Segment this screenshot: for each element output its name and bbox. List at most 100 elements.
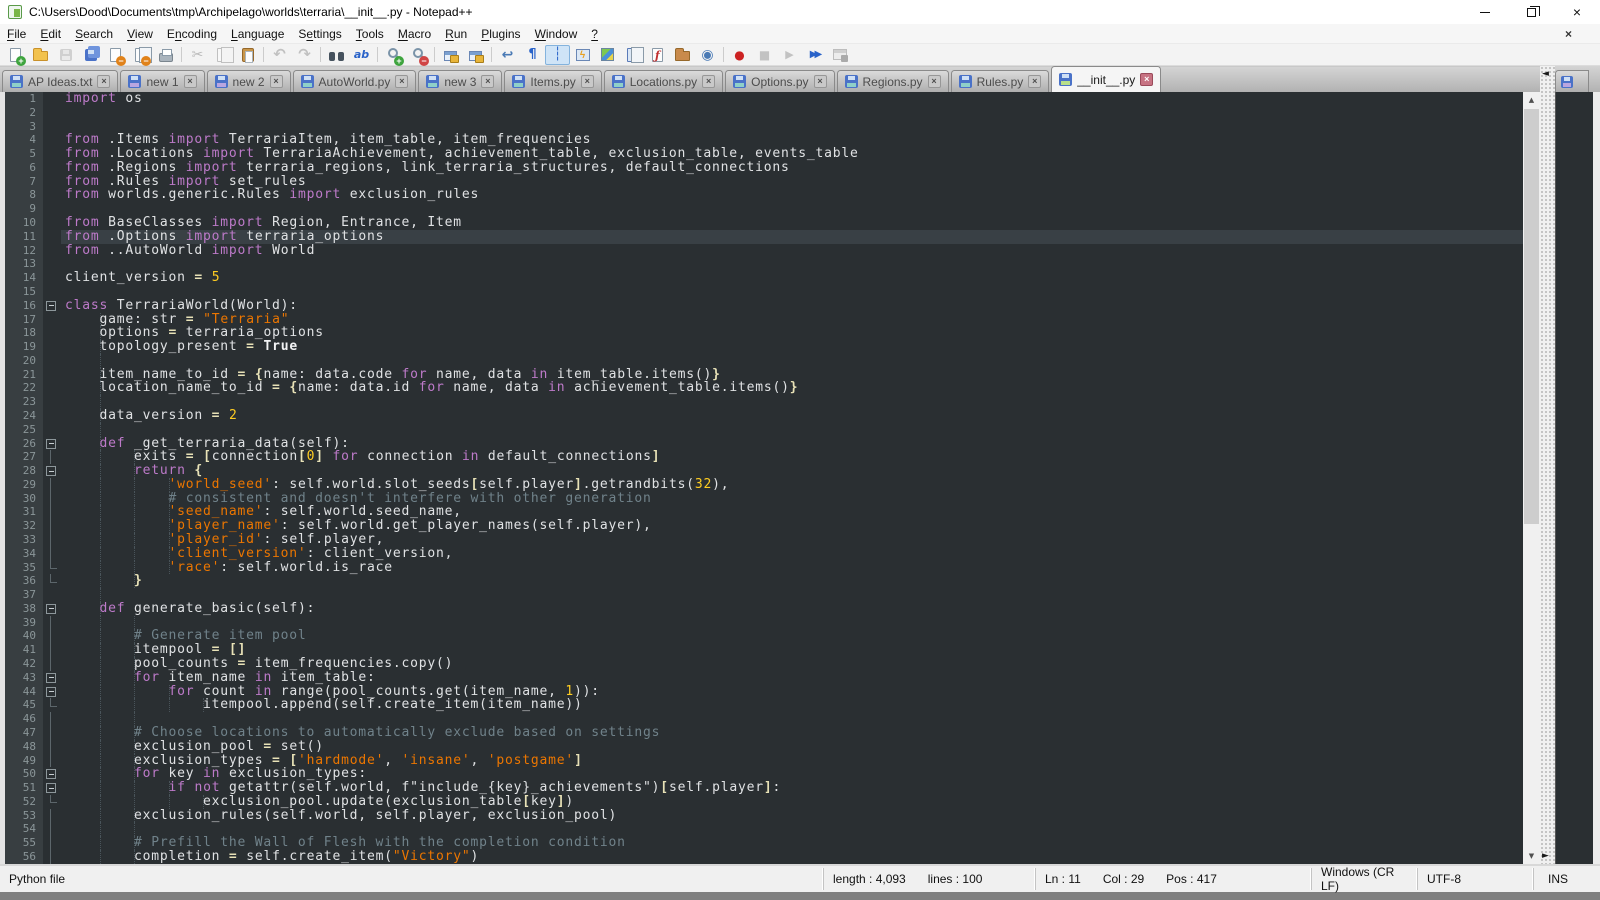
code-line[interactable]: 24 data_version = 2	[5, 409, 1523, 423]
code-line[interactable]: 47 # Choose locations to automatically e…	[5, 726, 1523, 740]
code-line[interactable]: 40 # Generate item pool	[5, 629, 1523, 643]
restore-button[interactable]	[1508, 0, 1554, 24]
status-eol-format[interactable]: Windows (CR LF)	[1312, 868, 1418, 890]
tab-autoworld.py[interactable]: AutoWorld.py×	[293, 70, 417, 92]
code-line[interactable]: 13	[5, 257, 1523, 271]
tab-options.py[interactable]: Options.py×	[725, 70, 834, 92]
code-line[interactable]: 5from .Locations import TerrariaAchievem…	[5, 147, 1523, 161]
macro-record-button[interactable]: ●	[727, 45, 752, 65]
code-line[interactable]: 9	[5, 202, 1523, 216]
code-line[interactable]: 18 options = terraria_options	[5, 326, 1523, 340]
monitoring-button[interactable]: ◉	[695, 45, 720, 65]
code-line[interactable]: 41 itempool = []	[5, 643, 1523, 657]
code-line[interactable]: 14client_version = 5	[5, 271, 1523, 285]
open-file-button[interactable]	[28, 45, 53, 65]
tab-close-icon[interactable]: ×	[270, 75, 283, 88]
folder-as-workspace-button[interactable]	[670, 45, 695, 65]
fold-marker-icon[interactable]	[43, 602, 61, 616]
code-line[interactable]: 45 itempool.append(self.create_item(item…	[5, 698, 1523, 712]
tab-items.py[interactable]: Items.py×	[504, 70, 601, 92]
menu-run[interactable]: Run	[438, 25, 474, 43]
code-line[interactable]: 27 exits = [connection[0] for connection…	[5, 450, 1523, 464]
document-map-button[interactable]	[595, 45, 620, 65]
code-line[interactable]: 29 'world_seed': self.world.slot_seeds[s…	[5, 478, 1523, 492]
menu-tools[interactable]: Tools	[349, 25, 391, 43]
code-line[interactable]: 4from .Items import TerrariaItem, item_t…	[5, 133, 1523, 147]
code-line[interactable]: 10from BaseClasses import Region, Entran…	[5, 216, 1523, 230]
code-line[interactable]: 17 game: str = "Terraria"	[5, 313, 1523, 327]
code-line[interactable]: 8from worlds.generic.Rules import exclus…	[5, 188, 1523, 202]
save-all-button[interactable]	[78, 45, 103, 65]
code-line[interactable]: 21 item_name_to_id = {name: data.code fo…	[5, 368, 1523, 382]
menu-file[interactable]: File	[0, 25, 33, 43]
fold-marker-icon[interactable]	[43, 767, 61, 781]
zoom-out-button[interactable]: −	[406, 45, 431, 65]
tab-regions.py[interactable]: Regions.py×	[837, 70, 949, 92]
code-line[interactable]: 43 for item_name in item_table:	[5, 671, 1523, 685]
code-line[interactable]: 2	[5, 106, 1523, 120]
close-all-button[interactable]: −	[128, 45, 153, 65]
tab-close-icon[interactable]: ×	[814, 75, 827, 88]
code-editor[interactable]: 1import os234from .Items import Terraria…	[5, 92, 1523, 864]
cut-button[interactable]: ✂	[185, 45, 210, 65]
code-line[interactable]: 1import os	[5, 92, 1523, 106]
sync-horizontal-scroll-button[interactable]	[463, 45, 488, 65]
save-button[interactable]	[53, 45, 78, 65]
status-typing-mode[interactable]: INS	[1534, 868, 1600, 890]
menu-help[interactable]: ?	[584, 25, 605, 43]
fold-marker-icon[interactable]	[43, 671, 61, 685]
minimize-button[interactable]	[1462, 0, 1508, 24]
tab-new-1[interactable]: new 1×	[120, 70, 204, 92]
splitter-collapse-left-icon[interactable]: ◄	[1542, 69, 1549, 79]
macro-play-button[interactable]: ▶	[777, 45, 802, 65]
tab-new-3[interactable]: new 3×	[418, 70, 502, 92]
code-line[interactable]: 55 # Prefill the Wall of Flesh with the …	[5, 836, 1523, 850]
function-list-button[interactable]	[645, 45, 670, 65]
code-line[interactable]: 39	[5, 616, 1523, 630]
code-line[interactable]: 30 # consistent and doesn't interfere wi…	[5, 492, 1523, 506]
code-line[interactable]: 56 completion = self.create_item("Victor…	[5, 850, 1523, 864]
menu-view[interactable]: View	[120, 25, 160, 43]
code-line[interactable]: 26 def _get_terraria_data(self):	[5, 437, 1523, 451]
code-line[interactable]: 11from .Options import terraria_options	[5, 230, 1523, 244]
code-line[interactable]: 34 'client_version': client_version,	[5, 547, 1523, 561]
zoom-in-button[interactable]: +	[381, 45, 406, 65]
secondary-editor[interactable]	[1555, 92, 1600, 864]
macro-stop-button[interactable]: ■	[752, 45, 777, 65]
new-file-button[interactable]: +	[3, 45, 28, 65]
close-button[interactable]: ×	[1554, 0, 1600, 24]
code-line[interactable]: 15	[5, 285, 1523, 299]
print-button[interactable]	[153, 45, 178, 65]
tab-locations.py[interactable]: Locations.py×	[604, 70, 723, 92]
splitter-collapse-right-icon[interactable]: ►	[1542, 851, 1549, 861]
word-wrap-button[interactable]: ↩	[495, 45, 520, 65]
menu-window[interactable]: Window	[528, 25, 585, 43]
indent-guide-button[interactable]: ┆	[545, 45, 570, 65]
code-line[interactable]: 3	[5, 120, 1523, 134]
paste-button[interactable]	[235, 45, 260, 65]
code-line[interactable]: 42 pool_counts = item_frequencies.copy()	[5, 657, 1523, 671]
code-line[interactable]: 36 }	[5, 574, 1523, 588]
tab-close-icon[interactable]: ×	[581, 75, 594, 88]
secondary-scrollbar[interactable]	[1593, 92, 1600, 864]
code-line[interactable]: 16class TerrariaWorld(World):	[5, 299, 1523, 313]
code-line[interactable]: 52 exclusion_pool.update(exclusion_table…	[5, 795, 1523, 809]
code-line[interactable]: 31 'seed_name': self.world.seed_name,	[5, 505, 1523, 519]
tab-rules.py[interactable]: Rules.py×	[951, 70, 1050, 92]
menu-language[interactable]: Language	[224, 25, 291, 43]
code-line[interactable]: 51 if not getattr(self.world, f"include_…	[5, 781, 1523, 795]
sync-vertical-scroll-button[interactable]	[438, 45, 463, 65]
fold-marker-icon[interactable]	[43, 437, 61, 451]
menu-plugins[interactable]: Plugins	[474, 25, 527, 43]
macro-save-button[interactable]	[827, 45, 852, 65]
tab-close-icon[interactable]: ×	[184, 75, 197, 88]
replace-button[interactable]: ab	[349, 45, 374, 65]
close-button[interactable]: −	[103, 45, 128, 65]
show-all-characters-button[interactable]: ¶	[520, 45, 545, 65]
code-line[interactable]: 12from ..AutoWorld import World	[5, 244, 1523, 258]
tab-__init__.py[interactable]: __init__.py×	[1051, 66, 1161, 92]
code-line[interactable]: 48 exclusion_pool = set()	[5, 740, 1523, 754]
view-splitter[interactable]: ◄ ►	[1540, 66, 1555, 864]
scrollbar-thumb[interactable]	[1524, 109, 1539, 524]
redo-button[interactable]: ↷	[292, 45, 317, 65]
